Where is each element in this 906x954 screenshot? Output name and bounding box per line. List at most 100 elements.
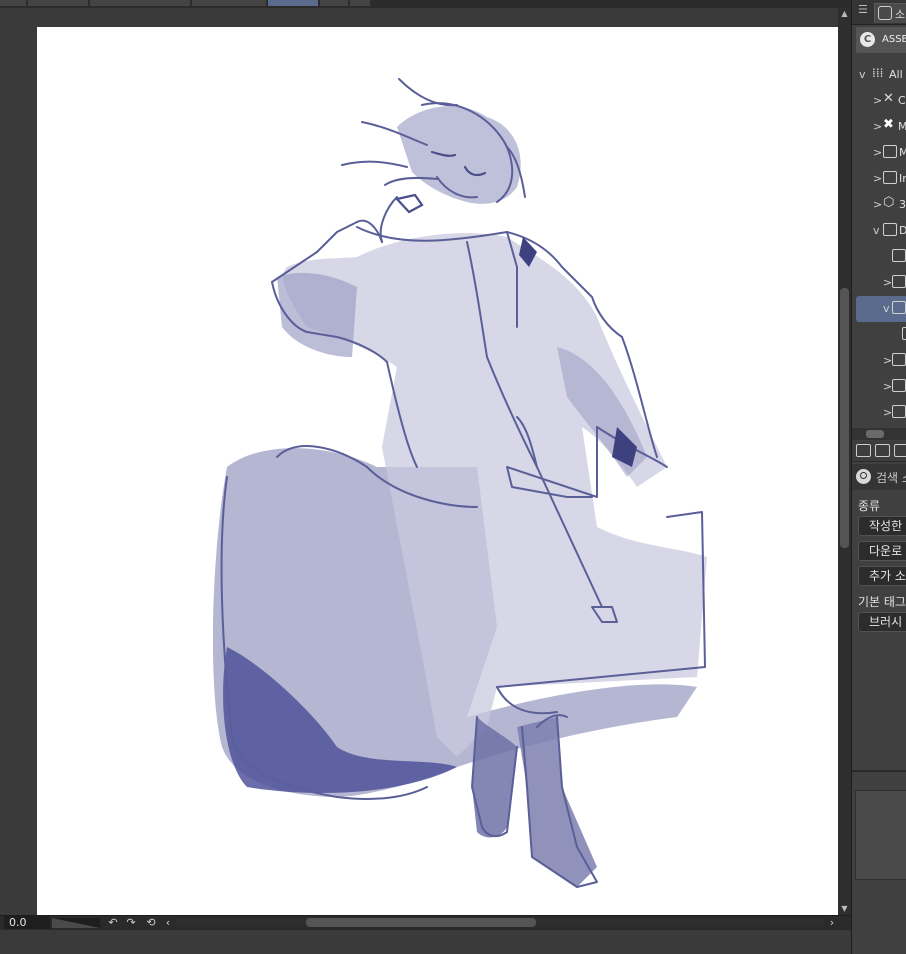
tree-item-label: In: [899, 172, 906, 185]
delete-folder-icon[interactable]: [875, 444, 890, 457]
tab-assets-label: 소: [895, 8, 906, 21]
zoom-value-field[interactable]: 0.0: [4, 916, 50, 929]
chevron-down-icon[interactable]: v: [873, 224, 880, 237]
vertical-scroll-thumb[interactable]: [840, 288, 849, 548]
asset-preview-box: [855, 790, 906, 880]
redo-icon[interactable]: ↷: [124, 916, 138, 930]
layout-icon: [883, 145, 897, 158]
sleeve-shade: [277, 272, 357, 357]
folder-image-icon[interactable]: [894, 444, 906, 457]
rotate-reset-icon[interactable]: ⟲: [144, 916, 158, 930]
bottom-empty-area: [0, 930, 851, 954]
filter-created-button[interactable]: 작성한: [858, 516, 906, 536]
chevron-right-icon[interactable]: >: [883, 406, 892, 419]
tree-item-label: All: [889, 68, 903, 81]
tab-segment[interactable]: [320, 0, 348, 6]
panel-tab-row: ☰ 소: [852, 0, 906, 25]
chevron-right-icon[interactable]: >: [883, 354, 892, 367]
folder-icon: [892, 353, 906, 366]
tree-item-folder[interactable]: >: [852, 374, 906, 400]
filter-type-label: 종류: [858, 499, 881, 513]
default-tag-label: 기본 태그: [858, 595, 906, 609]
folder-icon: [892, 379, 906, 392]
chevron-right-icon[interactable]: >: [873, 94, 882, 107]
search-label: 검색 소: [876, 471, 906, 485]
folder-icon: [902, 327, 906, 340]
tree-horizontal-scrollbar[interactable]: [852, 428, 906, 440]
tab-segment[interactable]: [350, 0, 370, 6]
tree-item-m[interactable]: > ✖ M: [852, 114, 906, 140]
cube-icon: ⬡: [883, 195, 895, 210]
chevron-right-icon[interactable]: >: [883, 276, 892, 289]
folder-icon: [892, 275, 906, 288]
folder-open-icon: [892, 301, 906, 314]
asset-category-tree: v ⁞⁞⁞ All > ✕ C > ✖ M > M > In > ⬡ 3E: [852, 60, 906, 430]
tree-item-subfolder[interactable]: [852, 322, 906, 348]
tab-assets[interactable]: 소: [874, 3, 906, 23]
chevron-right-icon[interactable]: >: [873, 172, 882, 185]
chevron-down-icon[interactable]: v: [859, 68, 866, 81]
canvas-viewport[interactable]: [0, 8, 838, 915]
search-icon: [856, 469, 871, 484]
tree-scroll-thumb[interactable]: [866, 430, 884, 438]
filter-downloaded-button[interactable]: 다운로: [858, 541, 906, 561]
tree-toolbar: [852, 441, 906, 462]
tree-item-layout[interactable]: > M: [852, 140, 906, 166]
tree-item-folder[interactable]: >: [852, 348, 906, 374]
cross-tools-icon: ✕: [883, 91, 894, 106]
scroll-right-arrow-icon[interactable]: ›: [825, 916, 839, 930]
tree-item-label: D: [899, 224, 906, 237]
tree-item-folder[interactable]: >: [852, 400, 906, 426]
tree-item-folder[interactable]: [852, 244, 906, 270]
new-folder-icon[interactable]: [856, 444, 871, 457]
horizontal-scroll-thumb[interactable]: [306, 918, 536, 927]
tree-item-all[interactable]: v ⁞⁞⁞ All: [852, 62, 906, 88]
canvas-status-bar: 0.0 ↶ ↷ ⟲ ‹ ›: [0, 915, 851, 930]
search-bar[interactable]: 검색 소: [852, 464, 906, 490]
tree-item-downloaded[interactable]: v D: [852, 218, 906, 244]
assets-panel: ☰ 소 C ASSE v ⁞⁞⁞ All > ✕ C > ✖ M > M: [851, 0, 906, 954]
filter-added-button[interactable]: 추가 소: [858, 566, 906, 586]
zoom-slider[interactable]: [52, 918, 100, 928]
chevron-right-icon[interactable]: >: [883, 380, 892, 393]
tab-segment[interactable]: [0, 0, 26, 6]
assets-logo-icon: C: [860, 32, 875, 47]
chevron-right-icon[interactable]: >: [873, 146, 882, 159]
tree-item-label: M: [898, 120, 906, 133]
tree-item-label: C: [898, 94, 906, 107]
undo-icon[interactable]: ↶: [106, 916, 120, 930]
tab-segment-active[interactable]: [268, 0, 318, 6]
drawing-canvas[interactable]: [37, 27, 838, 915]
chevron-right-icon[interactable]: >: [873, 198, 882, 211]
grid-icon: ⁞⁞⁞: [872, 66, 884, 80]
scroll-up-arrow-icon[interactable]: ▲: [838, 8, 851, 20]
image-icon: [883, 171, 897, 184]
tree-item-folder-selected[interactable]: v: [856, 296, 906, 322]
download-folder-icon: [883, 223, 897, 236]
panel-divider: [852, 770, 906, 772]
tab-segment[interactable]: [192, 0, 266, 6]
scroll-down-arrow-icon[interactable]: ▼: [838, 903, 851, 915]
chevron-down-icon[interactable]: v: [883, 302, 890, 315]
tree-item-materials[interactable]: > ✕ C: [852, 88, 906, 114]
x-icon: ✖: [883, 117, 894, 132]
scroll-left-arrow-icon[interactable]: ‹: [161, 916, 175, 930]
tab-segment[interactable]: [90, 0, 190, 6]
chevron-right-icon[interactable]: >: [873, 120, 882, 133]
folder-icon: [892, 249, 906, 262]
assets-title: ASSE: [882, 34, 906, 45]
tree-item-label: 3E: [899, 198, 906, 211]
tag-brush-button[interactable]: 브러시: [858, 612, 906, 632]
canvas-vertical-scrollbar[interactable]: ▲ ▼: [838, 8, 851, 915]
folder-icon: [892, 405, 906, 418]
tab-segment[interactable]: [28, 0, 88, 6]
canvas-horizontal-scrollbar[interactable]: [176, 918, 824, 927]
zoom-slider-ramp: [52, 918, 100, 928]
assets-header[interactable]: C ASSE: [856, 27, 906, 53]
tree-item-images[interactable]: > In: [852, 166, 906, 192]
tree-item-folder[interactable]: >: [852, 270, 906, 296]
hair-fill: [397, 106, 521, 204]
tree-item-3d[interactable]: > ⬡ 3E: [852, 192, 906, 218]
panel-menu-icon[interactable]: ☰: [858, 3, 868, 16]
tree-item-label: M: [899, 146, 906, 159]
